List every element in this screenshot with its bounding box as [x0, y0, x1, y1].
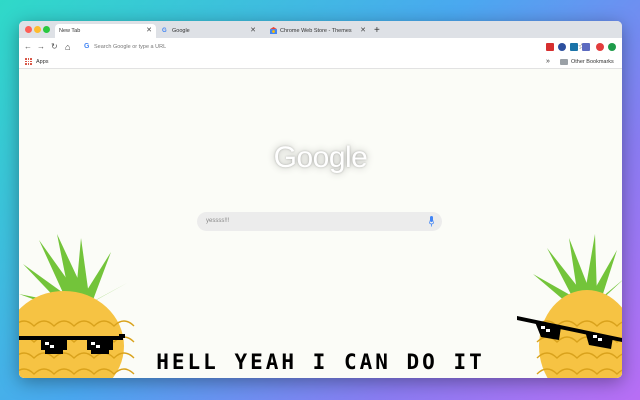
extension-green-icon[interactable]	[608, 43, 616, 51]
tab-new-tab[interactable]: New Tab ✕	[55, 24, 156, 38]
extension-v-icon[interactable]	[570, 43, 578, 51]
extension-headphones-icon[interactable]	[596, 43, 604, 51]
omnibox[interactable]: G Search Google or type a URL ☆	[81, 41, 591, 53]
omnibox-placeholder: Search Google or type a URL	[94, 44, 167, 50]
close-window-button[interactable]	[25, 26, 32, 33]
close-tab-icon[interactable]: ✕	[250, 24, 256, 38]
extension-red-icon[interactable]	[546, 43, 554, 51]
forward-icon[interactable]: →	[37, 41, 45, 53]
minimize-window-button[interactable]	[34, 26, 41, 33]
extension-blue-icon[interactable]	[558, 43, 566, 51]
google-logo: Google	[273, 141, 368, 174]
close-tab-icon[interactable]: ✕	[146, 24, 152, 38]
toolbar: ← → ↻ ⌂ G Search Google or type a URL ☆	[19, 38, 622, 56]
tab-label: New Tab	[59, 28, 81, 34]
browser-window: New Tab ✕ G Google ✕ Chrome Web Store - …	[19, 21, 622, 378]
tab-chrome-web-store[interactable]: Chrome Web Store - Themes ✕	[265, 24, 370, 38]
web-store-favicon-icon	[270, 27, 277, 36]
tab-label: Google	[172, 28, 190, 34]
extension-grid-icon[interactable]	[582, 43, 590, 51]
bookmarks-bar: Apps » Other Bookmarks	[19, 56, 622, 69]
tab-strip: New Tab ✕ G Google ✕ Chrome Web Store - …	[19, 21, 622, 38]
google-favicon-icon: G	[162, 28, 167, 34]
other-bookmarks-link[interactable]: Other Bookmarks	[571, 56, 614, 68]
apps-icon[interactable]	[25, 58, 32, 65]
slogan-text: HELL YEAH I CAN DO IT	[156, 350, 485, 374]
tab-google[interactable]: G Google ✕	[157, 24, 260, 38]
google-g-icon: G	[84, 43, 90, 50]
back-icon[interactable]: ←	[24, 41, 32, 53]
search-box[interactable]: yessss!!!	[197, 212, 442, 231]
microphone-icon[interactable]	[429, 216, 434, 227]
new-tab-button[interactable]: +	[374, 24, 380, 38]
new-tab-page: Google yessss!!! HELL YEAH I CAN DO IT	[19, 69, 622, 378]
more-bookmarks-icon[interactable]: »	[546, 56, 550, 68]
reload-icon[interactable]: ↻	[51, 41, 58, 53]
apps-link[interactable]: Apps	[36, 56, 49, 68]
home-icon[interactable]: ⌂	[65, 41, 70, 53]
search-input[interactable]: yessss!!!	[206, 212, 229, 231]
maximize-window-button[interactable]	[43, 26, 50, 33]
folder-icon	[560, 59, 568, 65]
tab-label: Chrome Web Store - Themes	[280, 28, 352, 34]
close-tab-icon[interactable]: ✕	[360, 24, 366, 38]
